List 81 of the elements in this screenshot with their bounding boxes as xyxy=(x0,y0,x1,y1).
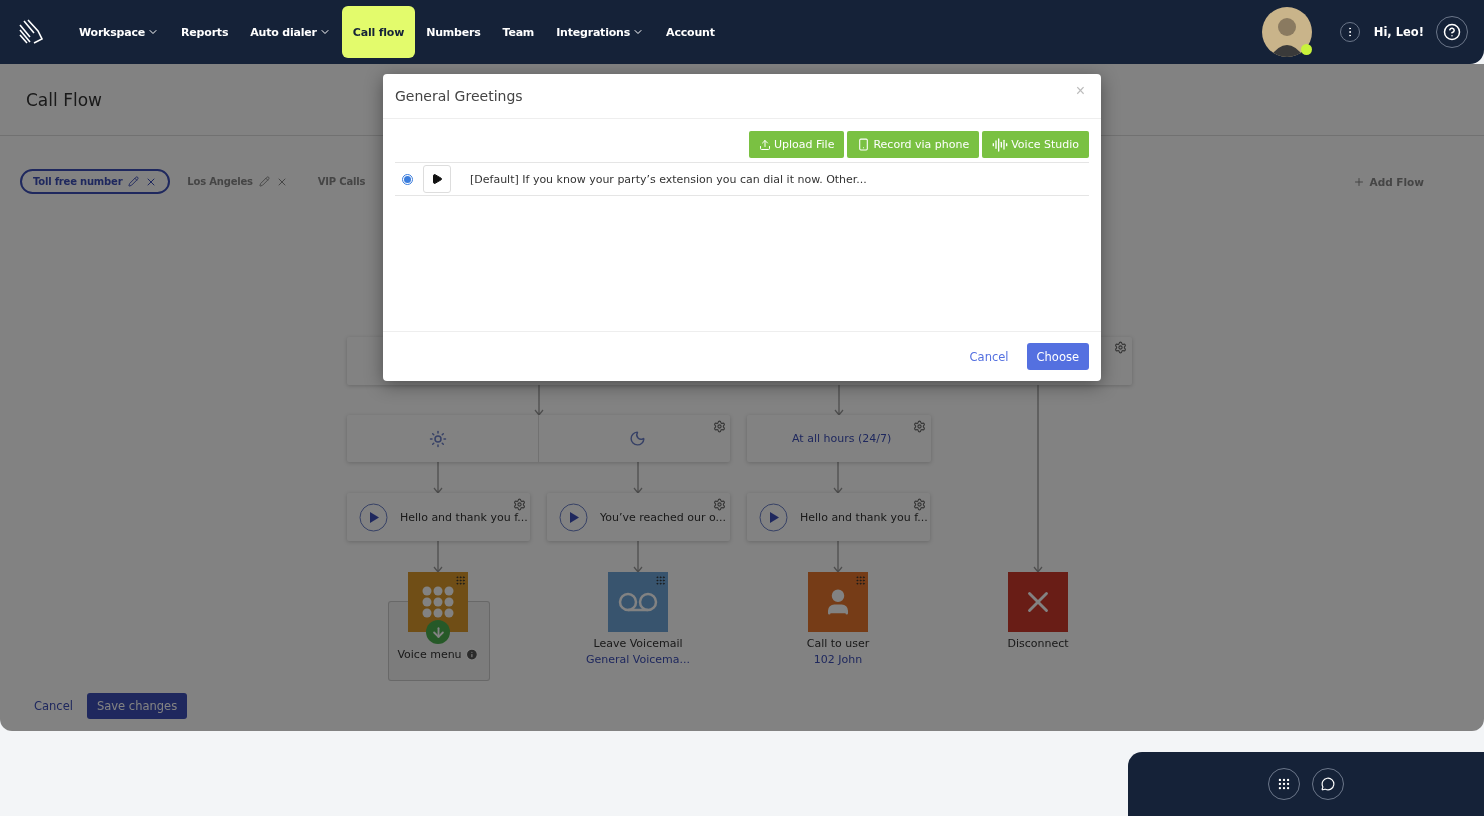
settings-icon[interactable] xyxy=(913,420,926,433)
flow-tab[interactable]: Los Angeles xyxy=(174,169,301,194)
settings-icon[interactable] xyxy=(713,498,726,511)
help-icon xyxy=(1443,23,1461,41)
upload-action-button[interactable]: Record via phone xyxy=(847,131,980,158)
cancel-button[interactable]: Cancel xyxy=(32,693,75,719)
keypad-icon xyxy=(421,585,455,619)
drag-handle-icon[interactable] xyxy=(455,575,466,586)
prompt-node[interactable] xyxy=(547,493,730,541)
prompt-text: Hello and thank you f... xyxy=(800,511,928,524)
settings-icon[interactable] xyxy=(513,498,526,511)
voicemail-icon xyxy=(618,592,658,612)
connector-arrow xyxy=(433,541,443,572)
settings-icon[interactable] xyxy=(1114,341,1127,354)
action-link[interactable]: General Voicema... xyxy=(585,653,691,666)
action-label-text: Voice menu xyxy=(397,648,462,661)
flow-tab[interactable]: Toll free number xyxy=(20,169,171,194)
choose-button[interactable]: Choose xyxy=(1026,343,1089,370)
moon-icon xyxy=(629,430,646,447)
nav-item[interactable]: Account xyxy=(655,6,726,58)
sound-wave-icon xyxy=(992,136,1009,153)
nav-item[interactable]: Numbers xyxy=(415,6,492,58)
action-tile[interactable] xyxy=(608,572,668,632)
action-tile[interactable] xyxy=(408,572,468,632)
action-tile[interactable] xyxy=(808,572,868,632)
connector-arrow xyxy=(633,462,643,493)
play-button[interactable] xyxy=(423,165,451,193)
action-link[interactable]: 102 John xyxy=(813,653,863,666)
nav-item[interactable]: Call flow xyxy=(341,6,416,58)
upload-action-button[interactable]: Upload File xyxy=(749,131,845,158)
connector-arrow xyxy=(834,385,844,415)
play-icon[interactable] xyxy=(359,503,388,532)
edit-icon[interactable] xyxy=(258,176,270,187)
action-label-text: Call to user xyxy=(806,637,870,650)
edit-icon[interactable] xyxy=(128,176,140,187)
connector-arrow xyxy=(433,462,443,493)
prompt-node[interactable] xyxy=(347,493,530,541)
action-tile[interactable] xyxy=(1008,572,1068,632)
add-flow-link[interactable]: Add Flow xyxy=(1352,175,1424,188)
action-label-text: Leave Voicemail xyxy=(593,637,683,650)
prompt-text: Hello and thank you f... xyxy=(400,511,528,524)
nav-item[interactable]: Integrations xyxy=(545,6,656,58)
play-icon[interactable] xyxy=(559,503,588,532)
nav-item[interactable]: Team xyxy=(491,6,546,58)
logo-icon[interactable] xyxy=(16,17,46,47)
action-label-text: Disconnect xyxy=(1007,637,1069,650)
connector-arrow xyxy=(833,462,843,493)
upload-action-button[interactable]: Voice Studio xyxy=(982,131,1089,158)
dialpad-icon xyxy=(1277,777,1291,791)
play-icon[interactable] xyxy=(759,503,788,532)
greeting-text: [Default] If you know your party’s extension you can dial it now. Other... xyxy=(470,172,867,186)
upload-icon xyxy=(759,138,771,151)
connector-arrow xyxy=(534,385,544,415)
save-changes-button[interactable]: Save changes xyxy=(86,693,188,719)
info-icon[interactable] xyxy=(465,648,479,661)
play-icon xyxy=(431,173,443,185)
dialog-title: General Greetings xyxy=(395,88,523,104)
avatar[interactable] xyxy=(1261,7,1312,57)
phone-icon xyxy=(857,138,871,151)
user-greeting: Hi, Leo! xyxy=(1373,25,1424,39)
connector-arrow xyxy=(833,541,843,572)
prompt-node[interactable] xyxy=(747,493,930,541)
flow-tab[interactable]: VIP Calls xyxy=(304,169,379,194)
drag-handle-icon[interactable] xyxy=(855,575,866,586)
page-title: Call Flow xyxy=(26,89,102,110)
time-condition-label: At all hours (24/7) xyxy=(792,432,892,445)
nav-item[interactable]: Auto dialer xyxy=(239,6,342,58)
prompt-text: You’ve reached our o... xyxy=(600,511,727,524)
close-button[interactable]: × xyxy=(1071,82,1089,100)
time-condition-node[interactable] xyxy=(347,415,730,462)
chat-icon xyxy=(1321,777,1335,791)
time-condition-node[interactable] xyxy=(747,415,931,462)
drag-handle-icon[interactable] xyxy=(655,575,666,586)
connector-arrow xyxy=(633,541,643,572)
settings-icon[interactable] xyxy=(713,420,726,433)
nav-item[interactable]: Workspace xyxy=(68,6,171,58)
nav-item[interactable]: Reports xyxy=(170,6,240,58)
settings-icon[interactable] xyxy=(913,498,926,511)
cancel-button[interactable]: Cancel xyxy=(967,343,1011,370)
sun-icon xyxy=(429,430,447,448)
plus-icon xyxy=(1352,175,1365,188)
